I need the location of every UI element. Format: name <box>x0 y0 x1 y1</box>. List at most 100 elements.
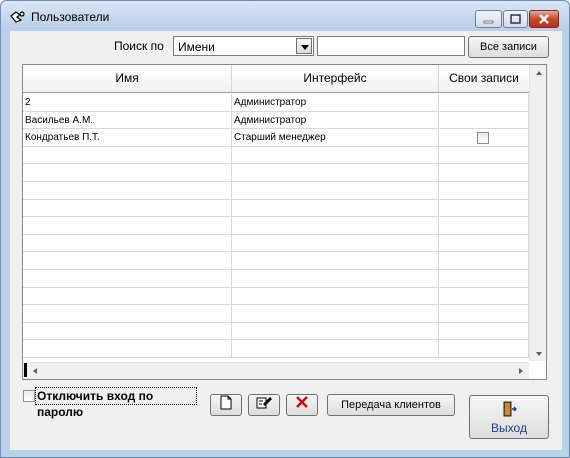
delete-user-button[interactable] <box>286 394 318 416</box>
table-row[interactable] <box>23 340 529 358</box>
table-row[interactable] <box>23 305 529 323</box>
cell-name[interactable]: Васильев А.М. <box>23 111 232 129</box>
cell-interface[interactable]: Администратор <box>232 111 439 129</box>
cell-name[interactable] <box>23 305 232 323</box>
table-row[interactable] <box>23 146 529 165</box>
cell-own-records[interactable] <box>439 305 529 323</box>
cell-own-records[interactable] <box>439 252 529 270</box>
minimize-icon <box>483 20 494 24</box>
exit-label: Выход <box>491 421 527 435</box>
scroll-right-icon[interactable] <box>519 368 523 374</box>
cell-name[interactable] <box>23 181 232 199</box>
cell-interface[interactable] <box>232 164 439 182</box>
search-input[interactable] <box>317 36 465 56</box>
table-row[interactable] <box>23 199 529 218</box>
cell-interface[interactable] <box>232 322 439 340</box>
horizontal-scrollbar[interactable] <box>23 362 529 379</box>
minimize-button[interactable] <box>475 10 502 28</box>
cell-interface[interactable] <box>232 305 439 323</box>
table-row[interactable]: 2 Администратор <box>23 94 529 112</box>
cell-interface[interactable] <box>232 199 439 217</box>
cell-own-records[interactable] <box>439 269 529 287</box>
title-bar[interactable]: Пользователи <box>1 1 569 31</box>
disable-password-label[interactable]: Отключить вход по паролю <box>35 387 197 419</box>
cell-name[interactable] <box>23 287 232 305</box>
column-header-interface[interactable]: Интерфейс <box>232 65 439 92</box>
search-field-select[interactable]: Имени <box>173 36 314 56</box>
cell-own-records[interactable] <box>439 322 529 340</box>
cell-interface[interactable]: Старший менеджер <box>232 129 439 147</box>
cell-interface[interactable] <box>232 252 439 270</box>
exit-button[interactable]: Выход <box>469 395 549 439</box>
table-row[interactable] <box>23 164 529 182</box>
cell-interface[interactable] <box>232 217 439 235</box>
table-row[interactable]: Кондратьев П.Т. Старший менеджер <box>23 129 529 147</box>
table-row[interactable] <box>23 252 529 270</box>
chevron-down-icon[interactable] <box>296 38 312 54</box>
edit-user-button[interactable] <box>248 394 280 416</box>
table-row[interactable]: Васильев А.М. Администратор <box>23 111 529 130</box>
table-row[interactable] <box>23 322 529 341</box>
column-header-own-records[interactable]: Свои записи <box>439 65 529 92</box>
cell-own-records[interactable] <box>439 287 529 305</box>
cell-name[interactable] <box>23 252 232 270</box>
cell-interface[interactable] <box>232 287 439 305</box>
table-row[interactable] <box>23 234 529 253</box>
table-body: 2 Администратор Васильев А.М. Администра… <box>23 94 529 358</box>
cell-interface[interactable] <box>232 340 439 358</box>
scroll-down-icon[interactable] <box>536 352 542 356</box>
cell-name[interactable] <box>23 199 232 217</box>
cell-own-records[interactable] <box>439 164 529 182</box>
close-button[interactable] <box>529 10 559 28</box>
cell-interface[interactable] <box>232 146 439 164</box>
cell-own-records[interactable] <box>439 146 529 164</box>
cell-own-records[interactable] <box>439 217 529 235</box>
cell-interface[interactable] <box>232 234 439 252</box>
cell-interface[interactable] <box>232 269 439 287</box>
cell-name[interactable] <box>23 340 232 358</box>
cell-own-records[interactable] <box>439 181 529 199</box>
maximize-icon <box>510 14 521 24</box>
delete-x-icon <box>296 396 308 408</box>
exit-door-icon <box>503 401 517 417</box>
table-row[interactable] <box>23 269 529 288</box>
vertical-scrollbar[interactable] <box>529 65 546 361</box>
client-area: Поиск по Имени Все записи Имя Интерфейс … <box>10 31 562 450</box>
cell-name[interactable] <box>23 234 232 252</box>
all-records-button[interactable]: Все записи <box>468 36 549 58</box>
edit-icon <box>256 397 272 409</box>
users-app-icon <box>10 11 25 23</box>
cell-own-records[interactable] <box>439 94 529 111</box>
cell-own-records[interactable] <box>439 340 529 358</box>
users-window: Пользователи Поиск по Имени Все записи И… <box>0 0 570 458</box>
table-row[interactable] <box>23 181 529 200</box>
table-header: Имя Интерфейс Свои записи <box>23 65 529 93</box>
column-header-name[interactable]: Имя <box>23 65 232 92</box>
cell-name[interactable] <box>23 164 232 182</box>
cell-own-records[interactable] <box>439 199 529 217</box>
transfer-clients-button[interactable]: Передача клиентов <box>327 394 455 416</box>
window-title: Пользователи <box>31 10 110 24</box>
maximize-button[interactable] <box>503 10 528 28</box>
scroll-up-icon[interactable] <box>536 71 542 75</box>
own-records-checkbox[interactable] <box>477 132 489 145</box>
cell-name[interactable]: Кондратьев П.Т. <box>23 129 232 147</box>
cell-interface[interactable]: Администратор <box>232 94 439 111</box>
cell-interface[interactable] <box>232 181 439 199</box>
cell-name[interactable]: 2 <box>23 94 232 111</box>
cell-name[interactable] <box>23 269 232 287</box>
cell-own-records[interactable] <box>439 111 529 129</box>
new-user-button[interactable] <box>210 394 242 416</box>
close-icon <box>539 14 549 24</box>
cell-own-records[interactable] <box>439 234 529 252</box>
cell-name[interactable] <box>23 322 232 340</box>
disable-password-checkbox[interactable] <box>23 390 35 402</box>
cell-name[interactable] <box>23 146 232 164</box>
row-marker <box>24 363 27 377</box>
users-table: Имя Интерфейс Свои записи 2 Администрато… <box>22 64 547 380</box>
search-field-value: Имени <box>178 40 215 54</box>
cell-name[interactable] <box>23 217 232 235</box>
table-row[interactable] <box>23 287 529 306</box>
scroll-left-icon[interactable] <box>33 368 37 374</box>
table-row[interactable] <box>23 217 529 235</box>
